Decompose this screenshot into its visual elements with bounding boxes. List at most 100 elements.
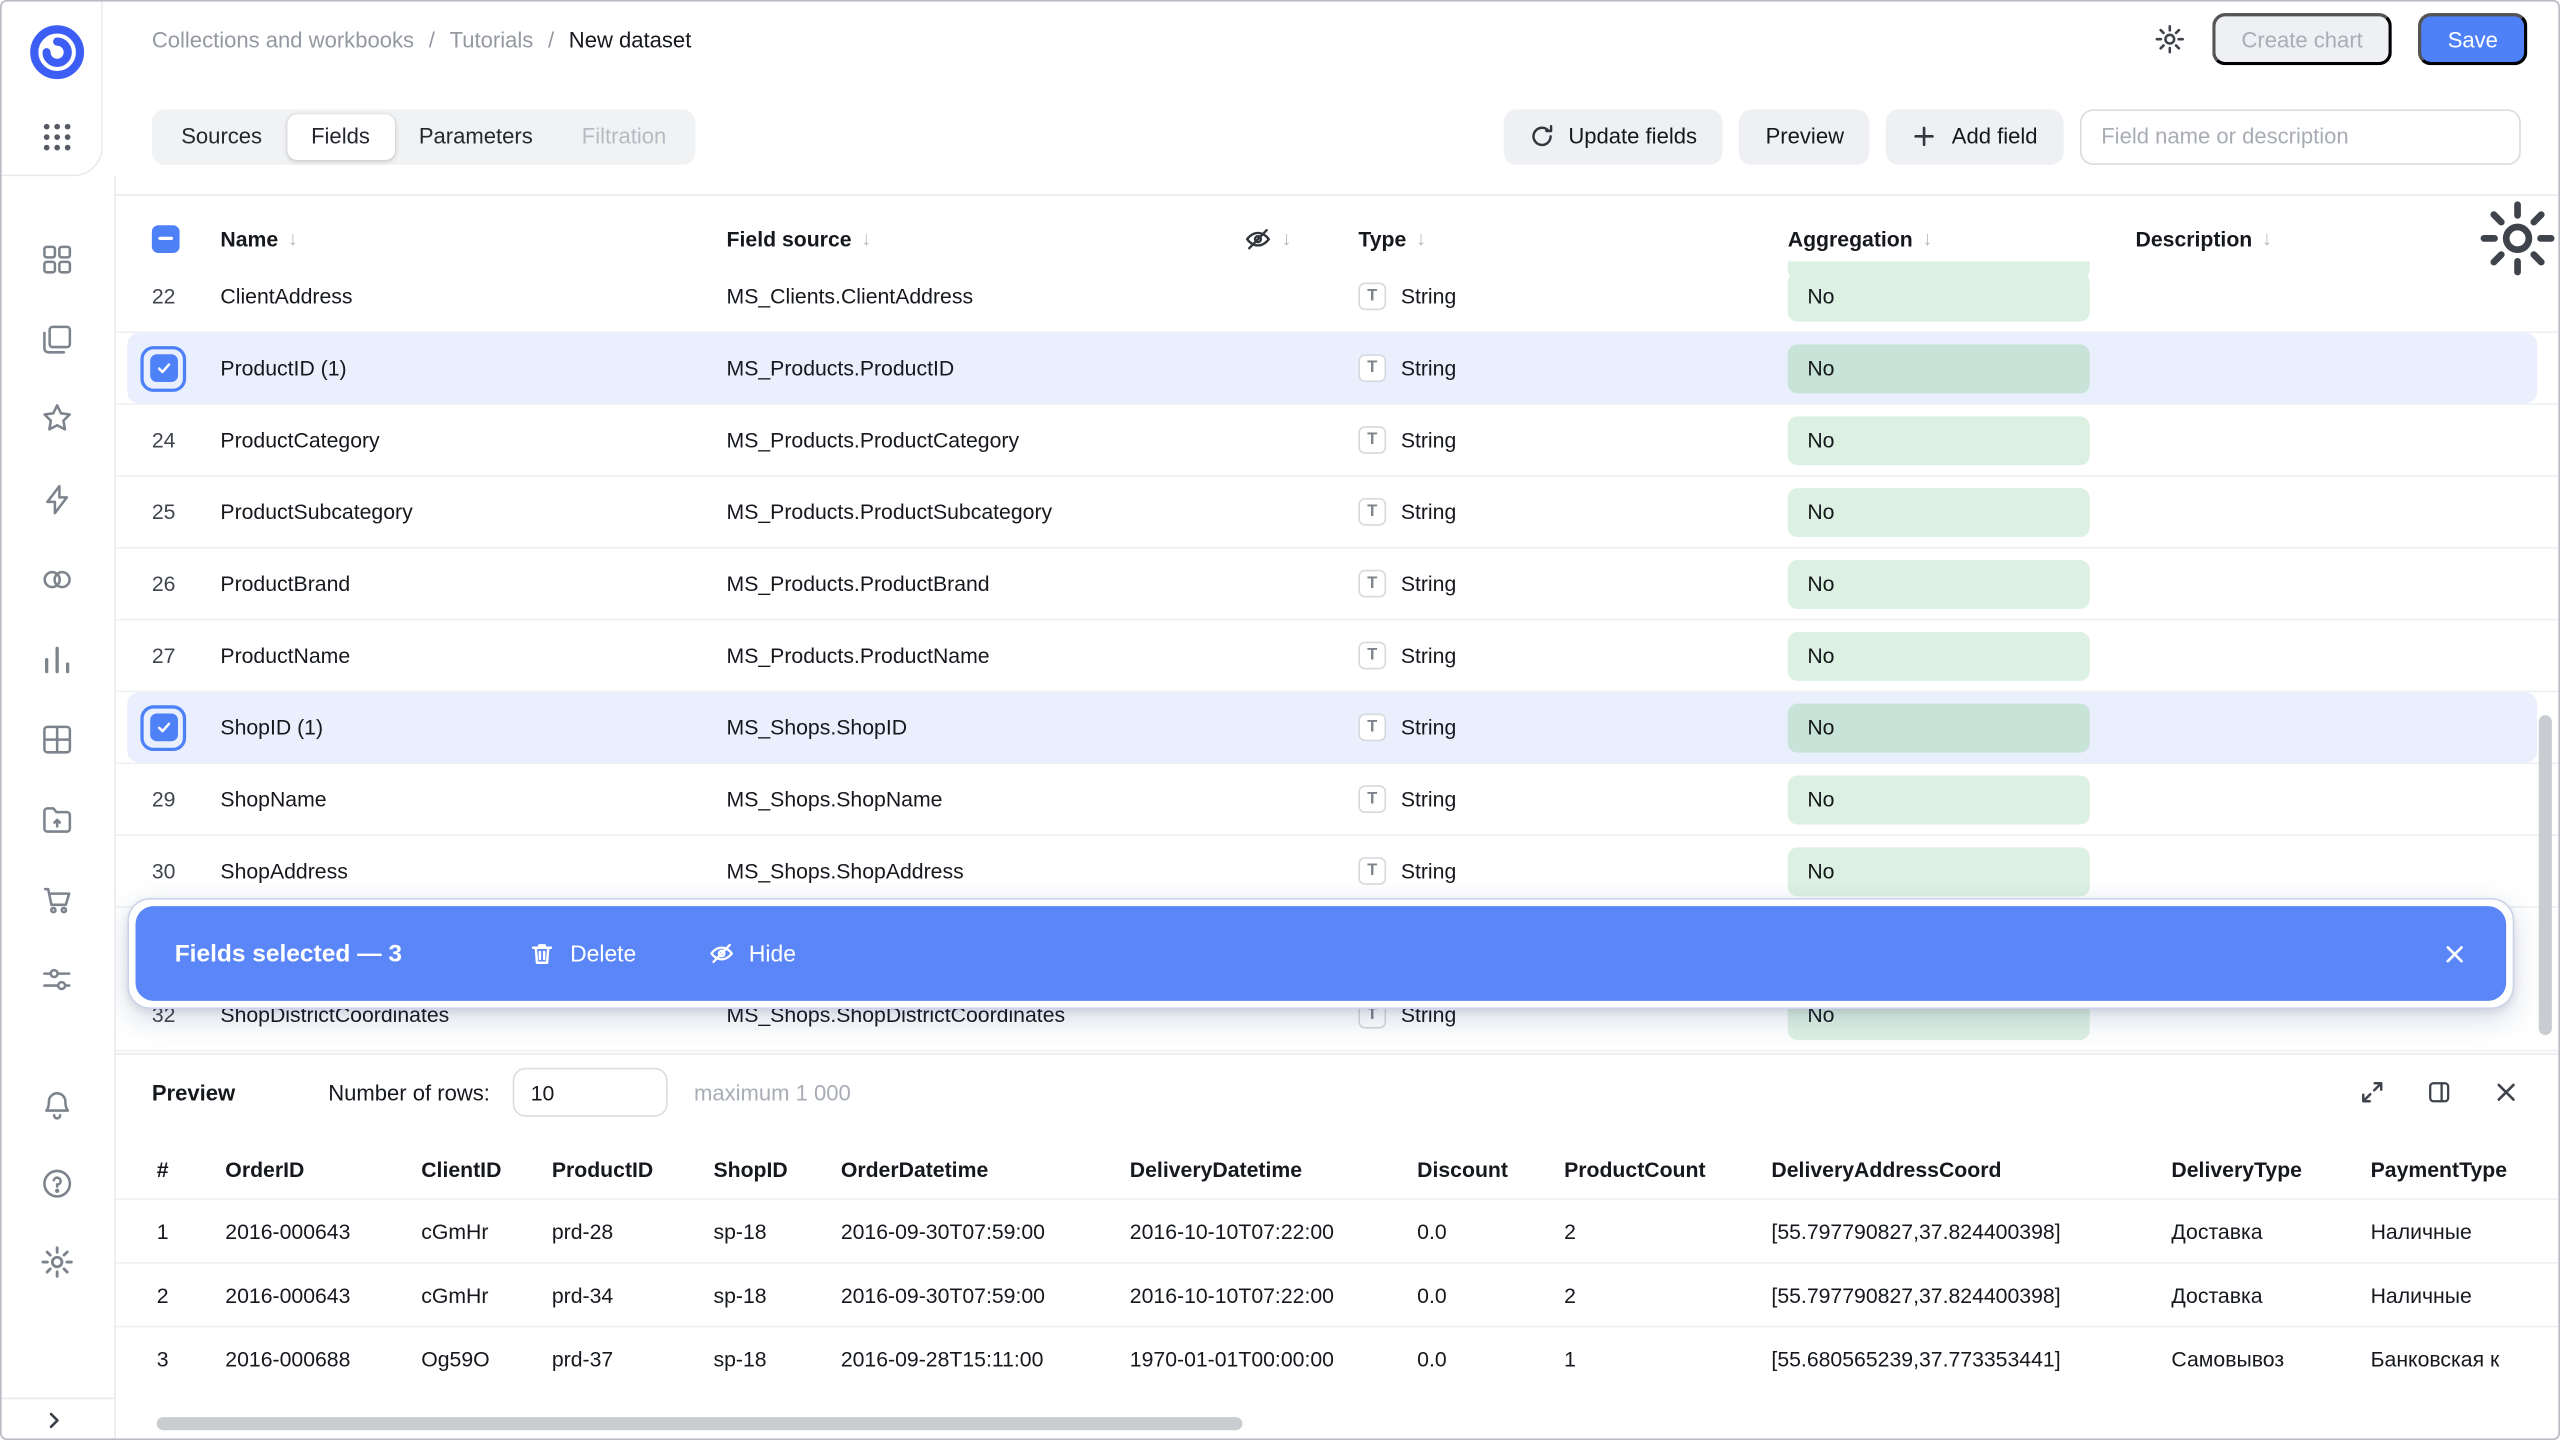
tab-sources[interactable]: Sources (157, 113, 287, 159)
star-icon[interactable] (39, 400, 75, 436)
preview-cell: Банковская к (2371, 1346, 2560, 1370)
folder-upload-icon[interactable] (39, 802, 75, 838)
column-header-visibility[interactable]: ↓ (1244, 224, 1358, 252)
aggregation-select[interactable]: No (1788, 703, 2090, 752)
aggregation-select[interactable]: No (1788, 775, 2090, 824)
string-type-icon: T (1358, 713, 1386, 741)
split-view-icon[interactable] (2426, 1079, 2452, 1105)
rings-icon[interactable] (39, 562, 75, 598)
cart-icon[interactable] (39, 882, 75, 918)
preview-cell: Наличные (2371, 1219, 2560, 1243)
tab-fields[interactable]: Fields (287, 113, 395, 159)
delete-label: Delete (570, 940, 636, 966)
field-type[interactable]: T String (1358, 642, 1787, 670)
preview-cell: 3 (157, 1346, 226, 1370)
field-type[interactable]: T String (1358, 354, 1787, 382)
field-source: MS_Products.ProductName (727, 643, 1245, 667)
settings-gear-icon[interactable] (39, 1244, 75, 1280)
row-number: 30 (152, 859, 176, 883)
column-header-source[interactable]: Field source↓ (727, 226, 1245, 250)
sidebar-collapse[interactable] (0, 1398, 114, 1440)
preview-column-header: DeliveryType (2171, 1157, 2370, 1181)
row-checkbox[interactable] (140, 704, 186, 750)
table-row[interactable]: 22 ClientAddress MS_Clients.ClientAddres… (114, 261, 2560, 333)
field-name: ClientAddress (220, 284, 726, 308)
sidebar-divider (114, 176, 116, 1440)
bar-chart-icon[interactable] (39, 642, 75, 678)
field-search-input[interactable] (2080, 109, 2521, 165)
preview-cell: 2016-10-10T07:22:00 (1130, 1219, 1417, 1243)
expand-icon[interactable] (2359, 1079, 2385, 1105)
row-number: 22 (152, 284, 176, 308)
add-field-button[interactable]: Add field (1886, 109, 2063, 165)
select-all-checkbox[interactable] (152, 224, 180, 252)
field-type[interactable]: T String (1358, 282, 1787, 310)
row-checkbox[interactable] (140, 345, 186, 391)
table-grid-icon[interactable] (39, 722, 75, 758)
column-header-name[interactable]: Name↓ (220, 226, 726, 250)
dataset-toolbar: Sources Fields Parameters Filtration Upd… (114, 78, 2560, 194)
field-source: MS_Shops.ShopName (727, 787, 1245, 811)
topbar: Collections and workbooks / Tutorials / … (114, 0, 2560, 78)
aggregation-select[interactable]: No (1788, 631, 2090, 680)
vertical-scrollbar[interactable] (2539, 715, 2552, 1035)
hide-selected-button[interactable]: Hide (708, 940, 796, 966)
help-icon[interactable] (39, 1166, 75, 1202)
layers-icon[interactable] (39, 322, 75, 358)
datalens-logo[interactable] (28, 23, 87, 82)
field-name: ProductName (220, 643, 726, 667)
column-header-aggregation[interactable]: Aggregation↓ (1788, 226, 2136, 250)
field-source: MS_Products.ProductSubcategory (727, 500, 1245, 524)
field-source: MS_Shops.ShopID (727, 715, 1245, 739)
close-icon[interactable] (2493, 1079, 2519, 1105)
tab-parameters[interactable]: Parameters (394, 113, 557, 159)
preview-cell: Og59O (421, 1346, 552, 1370)
table-row[interactable]: 25 ProductSubcategory MS_Products.Produc… (114, 477, 2560, 549)
tab-filtration[interactable]: Filtration (557, 113, 690, 159)
close-icon[interactable] (2442, 941, 2466, 965)
apps-grid-icon[interactable] (39, 119, 75, 155)
preview-button[interactable]: Preview (1739, 109, 1870, 165)
preview-cell: 2016-09-28T15:11:00 (841, 1346, 1130, 1370)
preview-cell: 1 (157, 1219, 226, 1243)
preview-cell: 2 (1564, 1219, 1771, 1243)
field-type[interactable]: T String (1358, 498, 1787, 526)
column-header-type[interactable]: Type↓ (1358, 226, 1787, 250)
field-type[interactable]: T String (1358, 713, 1787, 741)
table-row[interactable]: 29 ShopName MS_Shops.ShopName T String N… (114, 764, 2560, 836)
horizontal-scrollbar[interactable] (157, 1417, 1243, 1430)
breadcrumb: Collections and workbooks / Tutorials / … (152, 27, 691, 51)
field-type[interactable]: T String (1358, 570, 1787, 598)
table-row[interactable]: 26 ProductBrand MS_Products.ProductBrand… (114, 549, 2560, 621)
save-button[interactable]: Save (2418, 13, 2527, 65)
delete-selected-button[interactable]: Delete (529, 940, 636, 966)
preview-cell: [55.797790827,37.824400398] (1771, 1219, 2171, 1243)
aggregation-select[interactable]: No (1788, 416, 2090, 465)
bell-icon[interactable] (39, 1087, 75, 1123)
create-chart-button[interactable]: Create chart (2212, 13, 2392, 65)
preview-column-header: Discount (1417, 1157, 1564, 1181)
aggregation-select[interactable]: No (1788, 559, 2090, 608)
field-name: ProductSubcategory (220, 500, 726, 524)
field-type[interactable]: T String (1358, 857, 1787, 885)
table-row[interactable]: 23 ProductID (1) MS_Products.ProductID T… (114, 333, 2560, 405)
field-type[interactable]: T String (1358, 426, 1787, 454)
column-header-description[interactable]: Description↓ (2136, 226, 2469, 250)
lightning-icon[interactable] (39, 482, 75, 518)
aggregation-select[interactable]: No (1788, 847, 2090, 896)
update-fields-button[interactable]: Update fields (1503, 109, 1723, 165)
breadcrumb-tutorials[interactable]: Tutorials (450, 27, 534, 51)
rows-count-input[interactable] (513, 1068, 668, 1117)
aggregation-select[interactable]: No (1788, 344, 2090, 393)
dataset-settings-gear-icon[interactable] (2153, 23, 2186, 56)
aggregation-select[interactable]: No (1788, 272, 2090, 321)
table-row[interactable]: 28 ShopID (1) MS_Shops.ShopID T String N… (114, 692, 2560, 764)
aggregation-select[interactable]: No (1788, 487, 2090, 536)
field-aggregation-cell: No (1788, 631, 2136, 680)
field-type[interactable]: T String (1358, 785, 1787, 813)
sliders-icon[interactable] (39, 962, 75, 998)
table-row[interactable]: 24 ProductCategory MS_Products.ProductCa… (114, 405, 2560, 477)
squares-icon[interactable] (39, 242, 75, 278)
breadcrumb-collections[interactable]: Collections and workbooks (152, 27, 414, 51)
table-row[interactable]: 27 ProductName MS_Products.ProductName T… (114, 620, 2560, 692)
